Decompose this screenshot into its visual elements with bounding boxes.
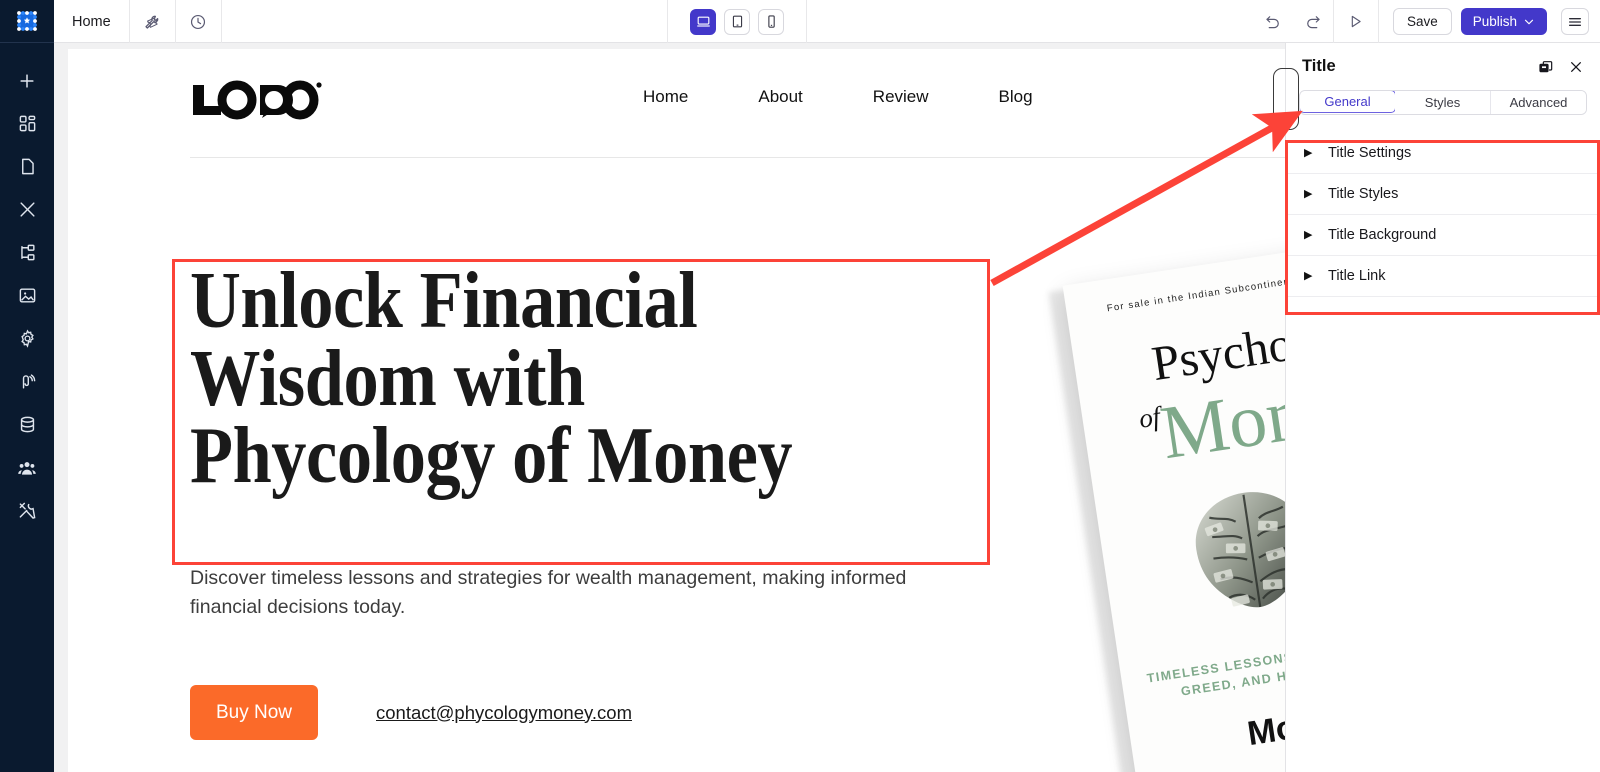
- publish-button[interactable]: Publish: [1460, 8, 1547, 35]
- caret-right-icon: ▶: [1304, 269, 1313, 282]
- sidebar-item-data[interactable]: [0, 403, 54, 446]
- history-clock-icon[interactable]: [176, 0, 222, 43]
- device-preview-group: [667, 0, 808, 43]
- menu-hamburger-icon[interactable]: [1561, 8, 1589, 35]
- sidebar-item-blocks[interactable]: [0, 102, 54, 145]
- sidebar-item-media[interactable]: [0, 274, 54, 317]
- hero-cta-row: Buy Now contact@phycologymoney.com: [190, 685, 632, 740]
- toolbar-actions: Save Publish: [1253, 0, 1600, 43]
- redo-icon[interactable]: [1293, 0, 1333, 43]
- hero-heading[interactable]: Unlock Financial Wisdom with Phycology o…: [190, 261, 852, 496]
- caret-right-icon: ▶: [1304, 228, 1313, 241]
- preview-play-icon[interactable]: [1332, 0, 1379, 43]
- contact-email-link[interactable]: contact@phycologymoney.com: [376, 702, 632, 724]
- undo-icon[interactable]: [1253, 0, 1293, 43]
- tab-general[interactable]: General: [1300, 91, 1396, 113]
- device-desktop-button[interactable]: [690, 8, 717, 35]
- properties-panel: Title General Styles Advanced ▶ Title Se…: [1285, 43, 1600, 772]
- publish-button-label: Publish: [1472, 14, 1517, 29]
- sidebar-item-settings[interactable]: [0, 317, 54, 360]
- site-nav-item-review[interactable]: Review: [838, 87, 964, 107]
- tab-styles[interactable]: Styles: [1395, 91, 1491, 114]
- top-toolbar: Home Save Publish: [54, 0, 1600, 43]
- sidebar-item-users[interactable]: [0, 446, 54, 489]
- rail-item-list: [0, 43, 54, 532]
- site-nav-item-about[interactable]: About: [723, 87, 837, 107]
- wrench-icon[interactable]: [130, 0, 176, 43]
- sidebar-item-tools[interactable]: [0, 489, 54, 532]
- caret-right-icon: ▶: [1304, 146, 1313, 159]
- sidebar-item-pages[interactable]: [0, 145, 54, 188]
- sidebar-item-layers[interactable]: [0, 231, 54, 274]
- site-logo[interactable]: [190, 79, 326, 126]
- close-icon[interactable]: [1568, 59, 1584, 75]
- device-mobile-button[interactable]: [758, 8, 785, 35]
- section-label: Title Link: [1328, 268, 1386, 284]
- chevron-down-icon: [1524, 19, 1534, 24]
- selected-element-bracket: [1273, 68, 1299, 130]
- book-title-of: of: [1136, 400, 1163, 434]
- panel-header-actions: [1538, 59, 1584, 75]
- section-title-link[interactable]: ▶ Title Link: [1286, 256, 1600, 297]
- site-nav-item-blog[interactable]: Blog: [964, 87, 1068, 107]
- tab-advanced[interactable]: Advanced: [1491, 91, 1586, 114]
- section-label: Title Background: [1328, 227, 1437, 243]
- panel-title: Title: [1302, 57, 1336, 75]
- editor-app: Home Save Publish Home About Review Blog…: [0, 0, 1600, 772]
- site-nav-item-home[interactable]: Home: [608, 87, 723, 107]
- panel-header: Title: [1286, 43, 1600, 90]
- site-nav: Home About Review Blog: [608, 87, 1068, 107]
- detach-panel-icon[interactable]: [1538, 59, 1554, 75]
- caret-right-icon: ▶: [1304, 187, 1313, 200]
- section-title-styles[interactable]: ▶ Title Styles: [1286, 174, 1600, 215]
- app-logo-grid-icon[interactable]: [0, 0, 54, 43]
- section-title-background[interactable]: ▶ Title Background: [1286, 215, 1600, 256]
- section-label: Title Styles: [1328, 186, 1399, 202]
- device-tablet-button[interactable]: [724, 8, 751, 35]
- page-name-label[interactable]: Home: [54, 0, 130, 43]
- panel-tab-group: General Styles Advanced: [1299, 90, 1587, 115]
- section-title-settings[interactable]: ▶ Title Settings: [1286, 133, 1600, 174]
- buy-now-button[interactable]: Buy Now: [190, 685, 318, 740]
- sidebar-item-design[interactable]: [0, 188, 54, 231]
- hero-subtext[interactable]: Discover timeless lessons and strategies…: [190, 564, 965, 623]
- toolbar-spacer-right: [807, 0, 1253, 42]
- sidebar-item-add[interactable]: [0, 59, 54, 102]
- toolbar-spacer-left: [222, 0, 668, 42]
- left-rail: [0, 0, 54, 772]
- panel-section-list: ▶ Title Settings ▶ Title Styles ▶ Title …: [1286, 133, 1600, 297]
- save-button[interactable]: Save: [1392, 8, 1452, 35]
- sidebar-item-publish[interactable]: [0, 360, 54, 403]
- section-label: Title Settings: [1328, 145, 1412, 161]
